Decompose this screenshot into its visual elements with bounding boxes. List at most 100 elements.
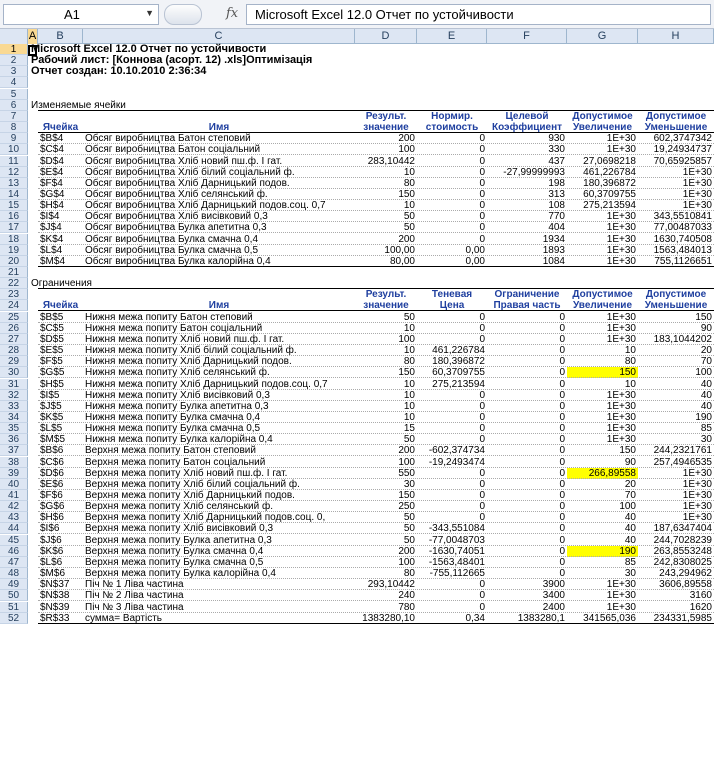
row-header-35[interactable]: 35 [0, 423, 28, 435]
column-header-c[interactable]: C [83, 29, 355, 44]
sheet-row: 41 $F$6 Верхня межа попиту Хліб Дарницький… [0, 490, 714, 501]
column-header-d[interactable]: D [355, 29, 417, 44]
chevron-down-icon[interactable]: ▼ [145, 8, 154, 18]
row-header-52[interactable]: 52 [0, 612, 28, 624]
sheet-row: 28 $E$5 Нижня межа попиту Хліб білий соціа… [0, 345, 714, 357]
row-header-28[interactable]: 28 [0, 345, 28, 357]
row-header-32[interactable]: 32 [0, 389, 28, 401]
row-header-45[interactable]: 45 [0, 534, 28, 546]
sheet-row: 39 $D$6 Верхня межа попиту Хліб новий пш.ф… [0, 467, 714, 479]
row-header-6[interactable]: 6 [0, 99, 28, 111]
row-header-38[interactable]: 38 [0, 456, 28, 468]
sheet-row: 32 $I$5 Нижня межа попиту Хліб висівковий … [0, 389, 714, 401]
name-box[interactable]: A1 ▼ [3, 4, 159, 25]
sheet-row: 33 $J$5 Нижня межа попиту Булка апетитна 0… [0, 400, 714, 412]
row-header-42[interactable]: 42 [0, 501, 28, 513]
row-header-27[interactable]: 27 [0, 333, 28, 345]
row-header-49[interactable]: 49 [0, 579, 28, 591]
sheet-row: 24 Ячейка Имя значение Цена Правая часть Увели… [0, 300, 714, 312]
row-header-33[interactable]: 33 [0, 400, 28, 412]
row-header-25[interactable]: 25 [0, 311, 28, 323]
sheet-row: 27 $D$5 Нижня межа попиту Хліб новий пш.ф.… [0, 333, 714, 345]
sheet-row: 48 $M$6 Верхня межа попиту Булка калорійна… [0, 568, 714, 580]
sheet-row: 22 Ограничения [0, 278, 714, 290]
sheet-row: 42 $G$6 Верхня межа попиту Хліб селянський… [0, 501, 714, 513]
sheet-row: 31 $H$5 Нижня межа попиту Хліб Дарницький … [0, 378, 714, 390]
row-header-14[interactable]: 14 [0, 188, 28, 200]
header-shadow-1: Теневая [431, 289, 473, 301]
row-header-18[interactable]: 18 [0, 233, 28, 245]
row-header-36[interactable]: 36 [0, 434, 28, 446]
sheet-row: 10 $C$4 Обсяг виробництва Батон соціальний… [0, 144, 714, 156]
header-norm-1: Нормир. [431, 110, 473, 122]
column-header-h[interactable]: H [638, 29, 714, 44]
row-header-16[interactable]: 16 [0, 211, 28, 223]
sheet-row: 47 $L$6 Верхня межа попиту Булка смачна 0,… [0, 556, 714, 568]
select-all-button[interactable] [0, 29, 28, 44]
row-header-11[interactable]: 11 [0, 155, 28, 167]
row-header-9[interactable]: 9 [0, 133, 28, 145]
header-dec-1: Допустимое [645, 289, 707, 301]
column-header-g[interactable]: G [567, 29, 638, 44]
sheet-row: 45 $J$6 Верхня межа попиту Булка апетитна … [0, 534, 714, 546]
sheet-row: 9 $B$4 Обсяг виробництва Батон степовий 200… [0, 133, 714, 145]
column-header-a[interactable]: A [28, 29, 38, 44]
row-header-46[interactable]: 46 [0, 545, 28, 557]
row-header-8[interactable]: 8 [0, 122, 28, 134]
formula-input[interactable]: Microsoft Excel 12.0 Отчет по устойчивос… [246, 4, 711, 25]
row-header-15[interactable]: 15 [0, 200, 28, 212]
row-header-21[interactable]: 21 [0, 267, 28, 278]
formula-buttons: fx [164, 4, 246, 25]
row-header-24[interactable]: 24 [0, 300, 28, 312]
sheet-row: 12 $E$4 Обсяг виробництва Хліб білий соціа… [0, 166, 714, 178]
row-header-34[interactable]: 34 [0, 411, 28, 423]
header-inc-1: Допустимое [572, 289, 633, 301]
row-header-2[interactable]: 2 [0, 55, 28, 67]
column-header-b[interactable]: B [38, 29, 83, 44]
row-header-47[interactable]: 47 [0, 556, 28, 568]
sheet-row: 17 $J$4 Обсяг виробництва Булка апетитна 0… [0, 222, 714, 234]
row-header-12[interactable]: 12 [0, 166, 28, 178]
row-header-23[interactable]: 23 [0, 289, 28, 301]
row-header-37[interactable]: 37 [0, 445, 28, 457]
row-header-30[interactable]: 30 [0, 367, 28, 379]
row-header-7[interactable]: 7 [0, 110, 28, 122]
row-header-10[interactable]: 10 [0, 144, 28, 156]
row-header-39[interactable]: 39 [0, 467, 28, 479]
row-header-22[interactable]: 22 [0, 278, 28, 290]
row-header-13[interactable]: 13 [0, 177, 28, 189]
header-result-1: Результ. [365, 289, 407, 301]
sheet-row: 16 $I$4 Обсяг виробництва Хліб висівковий … [0, 211, 714, 223]
row-header-26[interactable]: 26 [0, 322, 28, 334]
row-header-31[interactable]: 31 [0, 378, 28, 390]
sheet-row: 38 $C$6 Верхня межа попиту Батон соціальни… [0, 456, 714, 468]
sheet-row: 52 $R$33 сумма= Вартість 1383280,10 0,34 1383… [0, 612, 714, 624]
sheet-row: 25 $B$5 Нижня межа попиту Батон степовий 50… [0, 311, 714, 323]
row-header-51[interactable]: 51 [0, 601, 28, 613]
row-header-43[interactable]: 43 [0, 512, 28, 524]
insert-function-icon[interactable]: fx [226, 6, 238, 21]
row-header-20[interactable]: 20 [0, 255, 28, 267]
row-header-5[interactable]: 5 [0, 88, 28, 100]
row-header-1[interactable]: 1 [0, 44, 28, 55]
row-header-17[interactable]: 17 [0, 222, 28, 234]
row-header-41[interactable]: 41 [0, 490, 28, 501]
report-created-line: Отчет создан: 10.10.2010 2:36:34 [31, 65, 207, 78]
row-header-29[interactable]: 29 [0, 356, 28, 368]
row-header-3[interactable]: 3 [0, 66, 28, 78]
column-header-f[interactable]: F [487, 29, 567, 44]
row-header-40[interactable]: 40 [0, 478, 28, 490]
sheet-row: 20 $M$4 Обсяг виробництва Булка калорійна … [0, 255, 714, 267]
sheet-row: 40 $E$6 Верхня межа попиту Хліб білий соці… [0, 478, 714, 490]
row-header-19[interactable]: 19 [0, 244, 28, 256]
column-header-e[interactable]: E [417, 29, 487, 44]
row-header-44[interactable]: 44 [0, 523, 28, 535]
row-header-4[interactable]: 4 [0, 77, 28, 89]
row-header-48[interactable]: 48 [0, 568, 28, 580]
sheet-row: 46 $K$6 Верхня межа попиту Булка смачна 0,… [0, 545, 714, 557]
expand-handle-icon[interactable] [164, 4, 202, 25]
row-header-50[interactable]: 50 [0, 590, 28, 602]
sheet-row: 4 [0, 77, 714, 89]
header-result-1: Результ. [365, 110, 407, 122]
header-inc-1: Допустимое [572, 110, 633, 122]
